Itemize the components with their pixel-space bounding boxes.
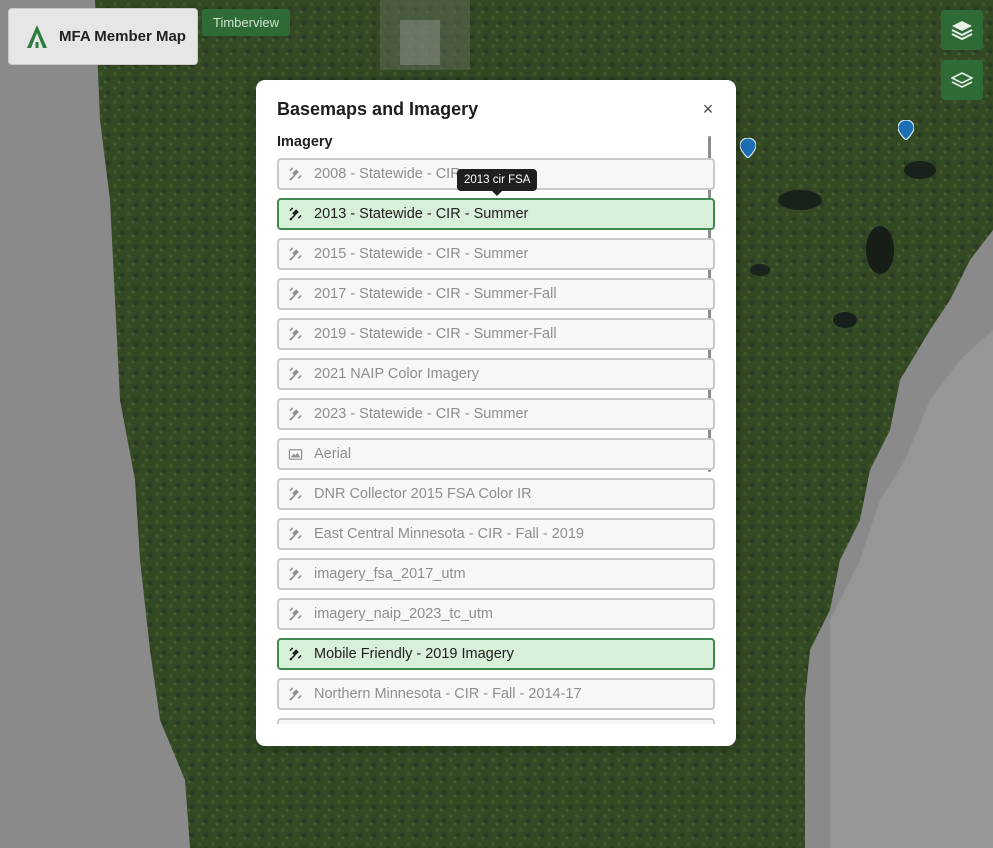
- tooltip-arrow: [492, 191, 502, 196]
- imagery-item[interactable]: 2019 - Statewide - CIR - Summer-Fall: [277, 318, 715, 350]
- imagery-item[interactable]: Aerial: [277, 438, 715, 470]
- satellite-icon: [288, 686, 303, 702]
- layers-icon: [951, 21, 973, 41]
- imagery-item[interactable]: 2017 - Statewide - CIR - Summer-Fall: [277, 278, 715, 310]
- imagery-item-label: 2023 - Statewide - CIR - Summer: [314, 406, 529, 422]
- satellite-icon: [288, 206, 303, 222]
- satellite-icon: [288, 366, 303, 382]
- imagery-item-label: Aerial: [314, 446, 352, 462]
- app-title: MFA Member Map: [59, 28, 186, 45]
- imagery-item[interactable]: Mobile Friendly - 2019 Imagery: [277, 638, 715, 670]
- imagery-item[interactable]: imagery_naip_2023_tc_utm: [277, 598, 715, 630]
- satellite-icon: [288, 566, 303, 582]
- close-button[interactable]: ×: [698, 99, 718, 119]
- satellite-icon: [288, 606, 303, 622]
- imagery-item[interactable]: 2021 NAIP Color Imagery: [277, 358, 715, 390]
- tree-logo-icon: [27, 24, 47, 48]
- section-label-imagery: Imagery: [277, 134, 333, 150]
- imagery-item-label: East Central Minnesota - CIR - Fall - 20…: [314, 526, 584, 542]
- imagery-item-label: 2021 NAIP Color Imagery: [314, 366, 479, 382]
- imagery-item-label: Mobile Friendly - 2019 Imagery: [314, 646, 514, 662]
- satellite-icon: [288, 406, 303, 422]
- imagery-item-label: 2017 - Statewide - CIR - Summer-Fall: [314, 286, 557, 302]
- imagery-item[interactable]: Northern Minnesota - CIR - Fall - 2014-1…: [277, 678, 715, 710]
- imagery-item-label: imagery_fsa_2017_utm: [314, 566, 466, 582]
- satellite-icon: [288, 286, 303, 302]
- imagery-item[interactable]: 2013 - Statewide - CIR - Summer: [277, 198, 715, 230]
- imagery-item[interactable]: 2023 - Statewide - CIR - Summer: [277, 398, 715, 430]
- imagery-list[interactable]: 2008 - Statewide - CIR 2013 - Statewide -…: [277, 158, 717, 724]
- imagery-item-partial[interactable]: [277, 718, 715, 724]
- imagery-item-label: 2013 - Statewide - CIR - Summer: [314, 206, 529, 222]
- location-badge[interactable]: Timberview: [202, 9, 290, 36]
- map-marker-icon[interactable]: [740, 138, 756, 158]
- basemap-icon: [951, 72, 973, 88]
- imagery-item-label: 2008 - Statewide - CIR: [314, 166, 461, 182]
- imagery-item[interactable]: imagery_fsa_2017_utm: [277, 558, 715, 590]
- imagery-item-label: imagery_naip_2023_tc_utm: [314, 606, 493, 622]
- satellite-icon: [288, 246, 303, 262]
- map-marker-icon[interactable]: [898, 120, 914, 140]
- imagery-item[interactable]: 2015 - Statewide - CIR - Summer: [277, 238, 715, 270]
- satellite-icon: [288, 486, 303, 502]
- layers-button[interactable]: [941, 10, 983, 50]
- satellite-icon: [288, 646, 303, 662]
- imagery-item[interactable]: East Central Minnesota - CIR - Fall - 20…: [277, 518, 715, 550]
- basemap-button[interactable]: [941, 60, 983, 100]
- tooltip: 2013 cir FSA: [457, 169, 538, 191]
- imagery-item[interactable]: DNR Collector 2015 FSA Color IR: [277, 478, 715, 510]
- imagery-item-label: 2019 - Statewide - CIR - Summer-Fall: [314, 326, 557, 342]
- photo-map-icon: [288, 447, 303, 462]
- imagery-item-label: DNR Collector 2015 FSA Color IR: [314, 486, 532, 502]
- imagery-item-label: 2015 - Statewide - CIR - Summer: [314, 246, 529, 262]
- satellite-icon: [288, 326, 303, 342]
- modal-title: Basemaps and Imagery: [277, 99, 479, 119]
- imagery-item-label: Northern Minnesota - CIR - Fall - 2014-1…: [314, 686, 582, 702]
- satellite-icon: [288, 526, 303, 542]
- app-brand[interactable]: MFA Member Map: [8, 8, 198, 65]
- satellite-icon: [288, 166, 303, 182]
